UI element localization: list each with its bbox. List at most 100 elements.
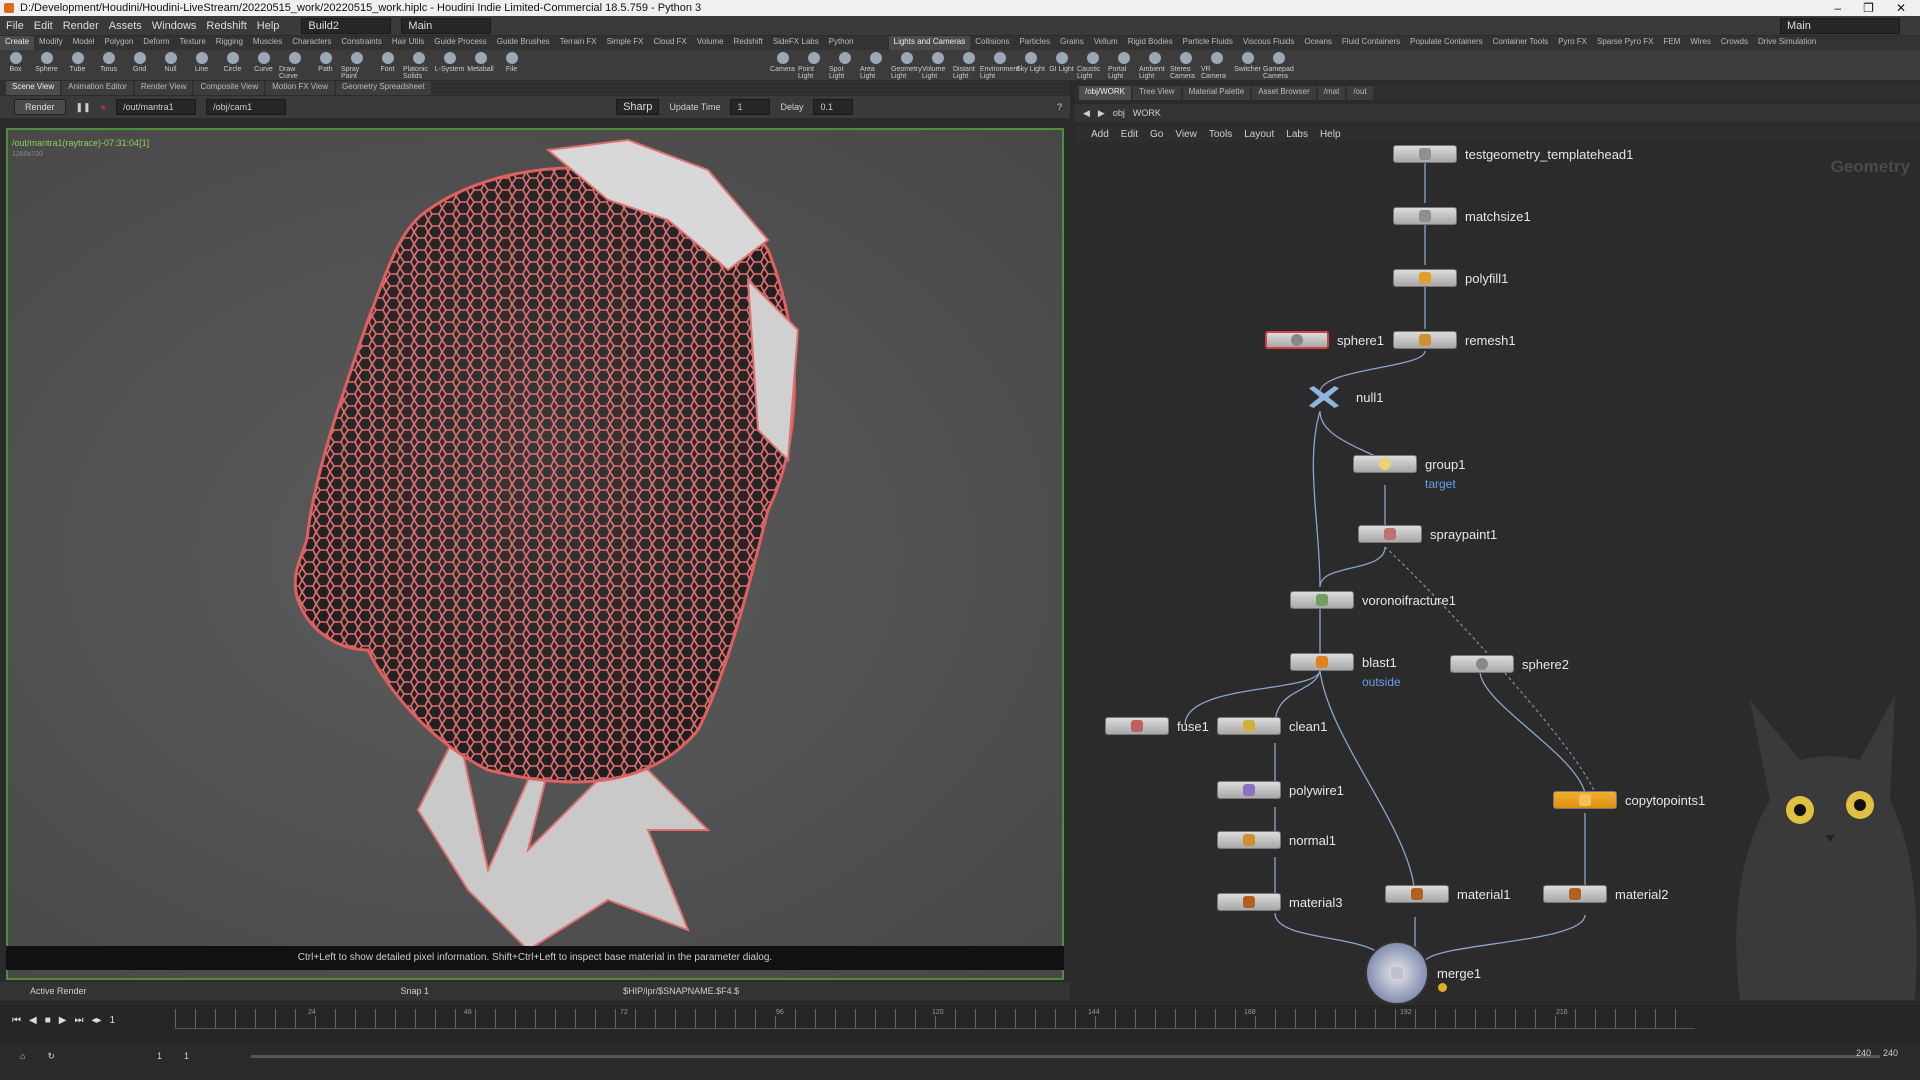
net-menu-tools[interactable]: Tools [1209, 129, 1232, 140]
desktop-select[interactable]: Build2 [301, 17, 392, 34]
shelf-tab[interactable]: Guide Process [429, 36, 491, 50]
shelf-tab[interactable]: Container Tools [1488, 36, 1553, 50]
node-voronoifracture[interactable]: voronoifracture1 [1290, 591, 1456, 609]
shelf-tool[interactable]: GI Light [1046, 50, 1077, 80]
shelf-tab[interactable]: Create [0, 36, 35, 50]
shelf-tab[interactable]: Collisions [970, 36, 1014, 50]
shelf-tab[interactable]: Populate Containers [1405, 36, 1488, 50]
shelf-tab[interactable]: Simple FX [602, 36, 649, 50]
shelf-tool[interactable]: Stereo Camera [1170, 50, 1201, 80]
node-fuse1[interactable]: fuse1 [1105, 717, 1209, 735]
timeline-ruler[interactable]: 24 48 72 96 120 144 168 192 216 [175, 1009, 1695, 1029]
shelf-tab[interactable]: Wires [1685, 36, 1715, 50]
node-sphere2[interactable]: sphere2 [1450, 655, 1569, 673]
shelf-tab[interactable]: Polygon [99, 36, 138, 50]
shelf-tool[interactable]: Draw Curve [279, 50, 310, 80]
range-slider[interactable] [251, 1054, 1880, 1058]
step-icon[interactable]: ◂▸ [91, 1015, 101, 1026]
delay-field[interactable]: 0.1 [813, 99, 854, 115]
net-menu-layout[interactable]: Layout [1244, 129, 1274, 140]
shelf-tab[interactable]: Terrain FX [555, 36, 602, 50]
shelf-tab[interactable]: Drive Simulation [1753, 36, 1821, 50]
render-button[interactable]: Render [14, 99, 66, 115]
shelf-tab[interactable]: Constraints [336, 36, 386, 50]
current-frame-field[interactable]: 1 [110, 1015, 116, 1026]
node-matchsize[interactable]: matchsize1 [1393, 207, 1531, 225]
help-icon[interactable]: ? [1057, 102, 1062, 112]
shelf-tool[interactable]: Caustic Light [1077, 50, 1108, 80]
net-menu-add[interactable]: Add [1091, 129, 1109, 140]
shelf-tab[interactable]: Viscous Fluids [1238, 36, 1299, 50]
stop-icon[interactable]: ■ [45, 1015, 51, 1026]
shelf-tool[interactable]: Environment Light [980, 50, 1019, 80]
shelf-tool[interactable]: Sphere [31, 50, 62, 80]
node-material3[interactable]: material3 [1217, 893, 1342, 911]
shelf-tool[interactable]: Point Light [798, 50, 829, 80]
menu-redshift[interactable]: Redshift [206, 20, 246, 32]
shelf-tab[interactable]: Vellum [1089, 36, 1123, 50]
node-material2[interactable]: material2 [1543, 885, 1668, 903]
shelf-tool[interactable]: Path [310, 50, 341, 80]
minimize-icon[interactable]: – [1834, 1, 1841, 15]
shelf-tool[interactable]: VR Camera [1201, 50, 1232, 80]
main-select-right[interactable]: Main [1780, 17, 1900, 34]
shelf-tab[interactable]: Rigid Bodies [1123, 36, 1178, 50]
range-start-field[interactable]: 1 [157, 1051, 162, 1061]
shelf-tool[interactable]: Switcher [1232, 50, 1263, 80]
shelf-tool[interactable]: Platonic Solids [403, 50, 434, 80]
pane-tab[interactable]: Material Palette [1182, 86, 1251, 100]
shelf-tab[interactable]: Grains [1055, 36, 1089, 50]
shelf-tab[interactable]: Particles [1014, 36, 1055, 50]
shelf-tool[interactable]: File [496, 50, 527, 80]
stop-icon[interactable]: ● [101, 102, 106, 112]
shelf-tool[interactable]: Spray Paint [341, 50, 372, 80]
sharp-select[interactable]: Sharp [616, 99, 660, 115]
range-end2-field[interactable]: 240 [1883, 1048, 1898, 1058]
pane-tab[interactable]: Animation Editor [62, 81, 133, 95]
pane-tab[interactable]: Composite View [194, 81, 265, 95]
node-testgeometry[interactable]: testgeometry_templatehead1 [1393, 145, 1633, 163]
shelf-tab[interactable]: SideFX Labs [768, 36, 824, 50]
net-menu-labs[interactable]: Labs [1286, 129, 1308, 140]
shelf-tool[interactable]: Line [186, 50, 217, 80]
node-remesh[interactable]: remesh1 [1393, 331, 1516, 349]
shelf-tab[interactable]: Lights and Cameras [888, 36, 971, 50]
pane-tab[interactable]: Render View [134, 81, 193, 95]
shelf-tab[interactable]: Guide Brushes [492, 36, 555, 50]
pane-tab[interactable]: Geometry Spreadsheet [336, 81, 431, 95]
node-null1[interactable]: null1 [1300, 386, 1383, 408]
shelf-tab[interactable]: Texture [175, 36, 211, 50]
pane-tab[interactable]: /obj/WORK [1079, 86, 1132, 100]
shelf-tool[interactable]: Metaball [465, 50, 496, 80]
node-normal1[interactable]: normal1 [1217, 831, 1336, 849]
menu-help[interactable]: Help [257, 20, 280, 32]
shelf-tab[interactable]: Cloud FX [649, 36, 692, 50]
shelf-tab[interactable]: Particle Fluids [1178, 36, 1238, 50]
shelf-tool[interactable]: Gamepad Camera [1263, 50, 1294, 80]
node-clean1[interactable]: clean1 [1217, 717, 1327, 735]
net-menu-view[interactable]: View [1175, 129, 1197, 140]
shelf-tab[interactable]: Rigging [211, 36, 248, 50]
shelf-tool[interactable]: Font [372, 50, 403, 80]
shelf-tool[interactable]: Torus [93, 50, 124, 80]
shelf-tab[interactable]: Sparse Pyro FX [1592, 36, 1658, 50]
back-icon[interactable]: ◀ [1083, 108, 1090, 119]
prev-frame-icon[interactable]: ◀ [29, 1015, 37, 1026]
shelf-tool[interactable]: Null [155, 50, 186, 80]
shelf-tool[interactable]: Box [0, 50, 31, 80]
shelf-tab[interactable]: Modify [34, 36, 68, 50]
shelf-tab[interactable]: Python [824, 36, 859, 50]
shelf-tool[interactable]: Grid [124, 50, 155, 80]
node-sphere1[interactable]: sphere1 [1265, 331, 1384, 349]
shelf-tool[interactable]: Geometry Light [891, 50, 922, 80]
shelf-tab[interactable]: Redshift [729, 36, 768, 50]
pane-tab[interactable]: Motion FX View [266, 81, 334, 95]
snap-field[interactable]: Snap 1 [401, 986, 430, 996]
net-menu-help[interactable]: Help [1320, 129, 1341, 140]
menu-edit[interactable]: Edit [34, 20, 53, 32]
pane-tab[interactable]: /out [1347, 86, 1373, 100]
shelf-tab[interactable]: Hair Utils [387, 36, 429, 50]
play-icon[interactable]: ▶ [59, 1015, 67, 1026]
pause-icon[interactable]: ❚❚ [76, 102, 91, 113]
shelf-tool[interactable]: Sky Light [1015, 50, 1046, 80]
